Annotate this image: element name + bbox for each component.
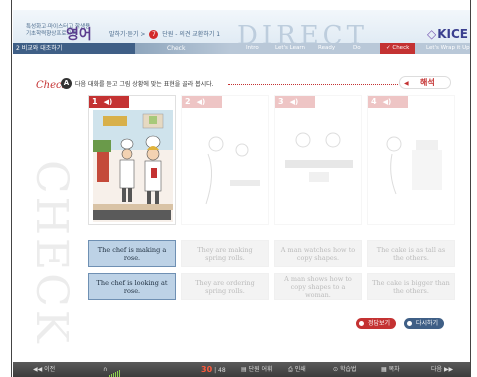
nav-step-do[interactable]: Do [353,43,361,54]
panel-number-tab[interactable]: 3 ◀) [275,96,315,108]
volume-bars-icon[interactable] [109,362,121,377]
nav-step-wrap-up[interactable]: Let's Wrap it Up [426,43,470,54]
option-4b[interactable]: The cake is bigger than the others. [367,273,455,300]
copy-shapes-illustration [285,132,353,182]
panel-number-tab[interactable]: 4 ◀) [368,96,408,108]
option-2b[interactable]: They are ordering spring rolls. [181,273,269,300]
breadcrumb-unit: 단원 - 의견 교환하기 1 [162,31,221,38]
instruction-text: 다음 대화를 듣고 그림 상황에 맞는 표현을 골라 봅시다. [75,81,214,88]
option-2a[interactable]: They are making spring rolls. [181,240,269,267]
page-indicator: 30 | 48 [201,365,226,374]
lesson-title: 2 비교와 대조하기 [13,43,135,54]
panel-number: 4 [371,97,377,106]
panel-number: 3 [278,97,284,106]
lesson-navbar: 2 비교와 대조하기 Check Intro Let's Learn Ready… [13,43,470,54]
chef-illustration [93,110,173,222]
study-method-button[interactable]: ⊙ 학습법 [333,362,357,377]
option-3a[interactable]: A man watches how to copy shapes. [274,240,362,267]
nav-step-intro[interactable]: Intro [246,43,259,54]
option-3b[interactable]: A man shows how to copy shapes to a woma… [274,273,362,300]
nav-step-ready[interactable]: Ready [318,43,335,54]
frame-border-right [470,0,471,377]
retry-button[interactable]: 다시하기 [404,318,445,329]
bottom-toolbar: ◀◀ 이전 ∩ 30 | 48 ▤ 단원 어휘 ⎙ 인쇄 ⊙ 학습법 ▦ 목차 … [13,362,470,377]
nav-step-lets-learn[interactable]: Let's Learn [275,43,305,54]
printer-icon: ⎙ [288,366,295,373]
headphones-icon: ∩ [103,366,108,373]
panel-number-tab[interactable]: 2 ◀) [182,96,222,108]
vocab-button[interactable]: ▤ 단원 어휘 [241,362,273,377]
audio-control[interactable]: ∩ [103,362,121,377]
toc-label: 목차 [388,366,400,373]
picture-panel-4: 4 ◀) [367,95,455,225]
kice-logo-icon: ◇ [427,27,437,41]
activity-badge: A [61,78,72,89]
picture-panel-2: 2 ◀) [181,95,269,225]
vocab-label: 단원 어휘 [248,366,273,373]
panel-base [93,210,171,220]
retry-label: 다시하기 [416,320,439,327]
speaker-icon: ◀) [289,98,299,106]
breadcrumb: 말하기·듣기 > 7 단원 - 의견 교환하기 1 [109,29,220,39]
toc-button[interactable]: ▦ 목차 [381,362,400,377]
option-4a[interactable]: The cake is as tall as the others. [367,240,455,267]
panel-number-tab[interactable]: 1 ◀) [89,96,129,108]
unit-number-badge: 7 [149,30,159,39]
option-1b[interactable]: The chef is looking at rose. [88,273,176,300]
next-button[interactable]: 다음 ▶▶ [431,362,453,377]
prev-button[interactable]: ◀◀ 이전 [33,362,55,377]
show-answer-button[interactable]: 정답보기 [356,318,397,329]
kice-logo-text: KICE [437,27,469,41]
dot-icon [407,321,412,326]
kice-logo: ◇KICE [427,27,468,41]
panel-number: 2 [185,97,191,106]
print-button[interactable]: ⎙ 인쇄 [288,362,306,377]
show-answer-label: 정답보기 [368,320,391,327]
list-icon: ▦ [381,366,389,373]
frame-border-left [11,0,12,377]
study-method-label: 학습법 [339,366,357,373]
total-pages: 48 [218,367,226,374]
section-title: Check [135,43,231,54]
picture-panel-1: 1 ◀) [88,95,176,225]
cake-illustration [386,136,442,195]
nav-step-check[interactable]: ✓ Check [380,43,416,54]
dot-icon [359,321,364,326]
dotted-divider [228,84,398,85]
book-icon: ▤ [241,366,249,373]
brand-title: 영어 [66,27,92,43]
speaker-icon: ◀) [103,98,113,106]
print-label: 인쇄 [294,366,306,373]
breadcrumb-category: 말하기·듣기 > [109,31,146,38]
speaker-icon: ◀) [196,98,206,106]
current-page: 30 [201,365,213,374]
panel-number: 1 [92,97,98,106]
speaker-icon: ◀) [382,98,392,106]
side-watermark: CHECK [26,160,77,346]
spring-rolls-illustration [205,136,260,205]
help-icon: ⊙ [333,366,340,373]
translation-button-label: 해석 [420,78,435,87]
option-1a[interactable]: The chef is making a rose. [88,240,176,267]
caret-left-icon: ◀ [404,80,409,87]
picture-panel-3: 3 ◀) [274,95,362,225]
translation-button[interactable]: ◀ 해석 [399,76,451,89]
